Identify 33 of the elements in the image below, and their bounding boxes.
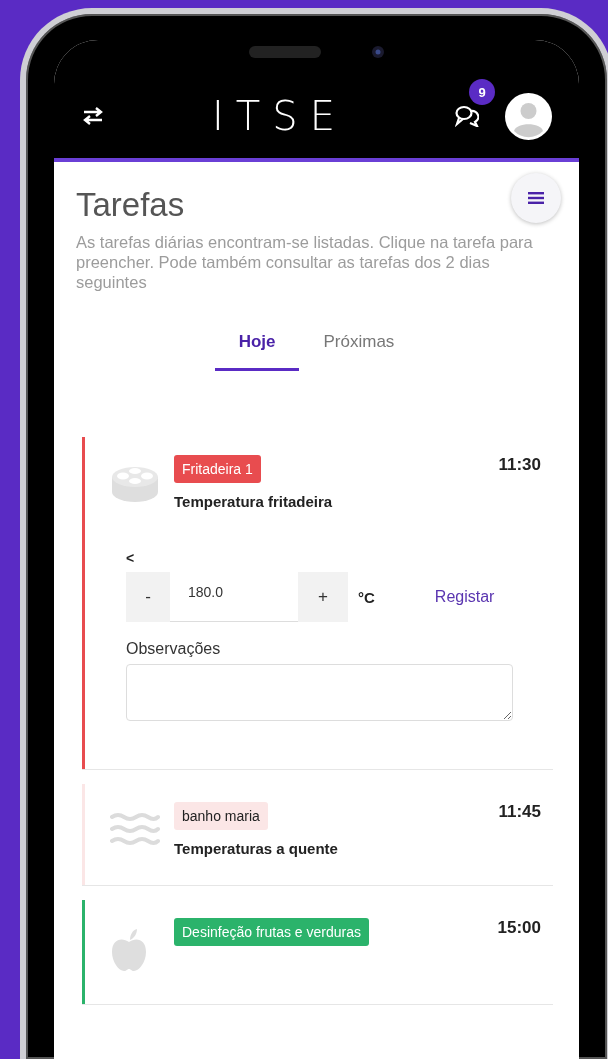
menu-icon xyxy=(528,192,544,204)
task-time: 11:30 xyxy=(498,455,541,475)
apple-icon xyxy=(110,928,148,972)
waves-icon xyxy=(110,812,160,846)
page-title: Tarefas xyxy=(76,186,185,224)
register-link[interactable]: Registar xyxy=(434,588,495,606)
task-time: 15:00 xyxy=(497,918,541,938)
task-card[interactable]: Fritadeira 1 Temperatura fritadeira 11:30 < - 180.0 + °C Registar Observações xyxy=(82,437,553,769)
unit-label: °C xyxy=(358,588,375,606)
pot-icon xyxy=(110,465,160,503)
app-logo: ITSE xyxy=(211,93,348,139)
task-title: Temperaturas a quente xyxy=(174,840,339,857)
task-tag: banho maria xyxy=(174,802,268,830)
camera-drawing xyxy=(370,45,385,59)
task-time: 11:45 xyxy=(498,802,541,822)
comparator-label: < xyxy=(126,550,136,566)
avatar-icon[interactable] xyxy=(505,92,552,140)
page-description: As tarefas diárias encontram-se listadas. Clique na tarefa para preencher. Pode também consultar as tarefas dos 2 dias seguintes xyxy=(76,232,534,292)
notes-field[interactable] xyxy=(126,664,513,721)
decrement-button[interactable]: - xyxy=(126,572,170,622)
notification-badge: 9 xyxy=(469,79,495,105)
notes-label: Observações xyxy=(126,640,222,658)
swap-arrows-icon[interactable] xyxy=(82,107,104,125)
task-tag: Fritadeira 1 xyxy=(174,455,261,483)
task-card[interactable]: banho maria Temperaturas a quente 11:45 xyxy=(82,784,553,885)
task-tag: Desinfeção frutas e verduras xyxy=(174,918,369,946)
task-card[interactable]: Desinfeção frutas e verduras 15:00 xyxy=(82,900,553,1004)
chat-bubbles-icon[interactable] xyxy=(455,105,479,127)
tab[interactable]: Próximas xyxy=(299,332,419,371)
task-title: Temperatura fritadeira xyxy=(174,493,334,510)
tab[interactable]: Hoje xyxy=(214,332,300,371)
increment-button[interactable]: + xyxy=(298,572,348,622)
menu-button[interactable] xyxy=(511,173,561,223)
